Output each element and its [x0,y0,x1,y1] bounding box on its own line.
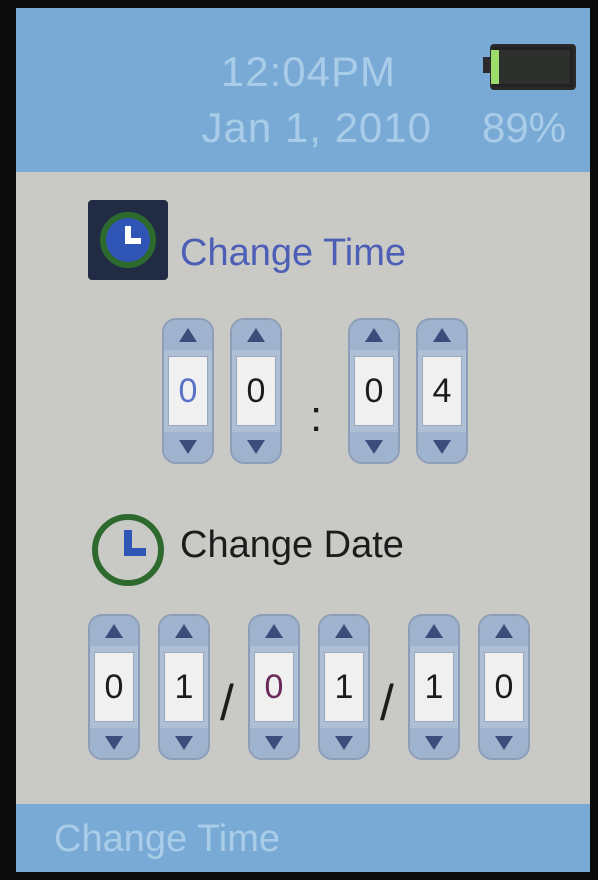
minute-ones-decrement[interactable] [418,432,466,462]
year-tens-digit[interactable]: 1 [414,652,454,722]
year-tens-decrement[interactable] [410,728,458,758]
device-screen: 12:04PM Jan 1, 2010 89% Change Time 0 0 … [16,8,590,872]
arrow-up-icon [179,328,197,342]
footer-title: Change Time [54,818,281,860]
arrow-up-icon [247,328,265,342]
change-date-label[interactable]: Change Date [180,524,404,567]
month-tens-spinner: 0 [88,614,140,760]
hour-tens-decrement[interactable] [164,432,212,462]
time-separator: : [310,392,323,441]
arrow-down-icon [433,440,451,454]
minute-tens-digit[interactable]: 0 [354,356,394,426]
month-ones-digit[interactable]: 1 [164,652,204,722]
arrow-up-icon [265,624,283,638]
hour-ones-digit[interactable]: 0 [236,356,276,426]
footer-bar: Change Time [16,804,590,872]
hour-tens-increment[interactable] [164,320,212,350]
year-tens-spinner: 1 [408,614,460,760]
clock-time: 12:04PM [220,48,396,95]
arrow-up-icon [433,328,451,342]
arrow-up-icon [495,624,513,638]
day-ones-decrement[interactable] [320,728,368,758]
year-ones-increment[interactable] [480,616,528,646]
arrow-up-icon [425,624,443,638]
clock-date: Jan 1, 2010 [201,104,432,151]
minute-tens-increment[interactable] [350,320,398,350]
year-ones-spinner: 0 [478,614,530,760]
hour-ones-increment[interactable] [232,320,280,350]
date-separator-2: / [380,675,394,731]
month-tens-increment[interactable] [90,616,138,646]
date-separator-1: / [220,675,234,731]
minute-ones-digit[interactable]: 4 [422,356,462,426]
month-ones-spinner: 1 [158,614,210,760]
year-ones-digit[interactable]: 0 [484,652,524,722]
year-tens-increment[interactable] [410,616,458,646]
day-ones-spinner: 1 [318,614,370,760]
arrow-down-icon [247,440,265,454]
month-ones-decrement[interactable] [160,728,208,758]
arrow-down-icon [105,736,123,750]
arrow-up-icon [105,624,123,638]
arrow-down-icon [365,440,383,454]
minute-tens-decrement[interactable] [350,432,398,462]
day-ones-digit[interactable]: 1 [324,652,364,722]
arrow-up-icon [335,624,353,638]
battery-percent: 89% [482,104,567,151]
status-header: 12:04PM Jan 1, 2010 89% [16,8,590,172]
arrow-down-icon [265,736,283,750]
battery-level-fill [490,50,570,84]
minute-tens-spinner: 0 [348,318,400,464]
day-tens-spinner: 0 [248,614,300,760]
minute-ones-increment[interactable] [418,320,466,350]
arrow-down-icon [335,736,353,750]
arrow-down-icon [495,736,513,750]
arrow-up-icon [175,624,193,638]
arrow-up-icon [365,328,383,342]
battery-terminal [483,57,490,73]
arrow-down-icon [179,440,197,454]
day-tens-decrement[interactable] [250,728,298,758]
hour-tens-digit[interactable]: 0 [168,356,208,426]
day-tens-digit[interactable]: 0 [254,652,294,722]
change-time-label[interactable]: Change Time [180,232,406,275]
clock-icon [92,514,164,586]
day-ones-increment[interactable] [320,616,368,646]
hour-tens-spinner: 0 [162,318,214,464]
year-ones-decrement[interactable] [480,728,528,758]
month-tens-digit[interactable]: 0 [94,652,134,722]
clock-icon [100,212,156,268]
minute-ones-spinner: 4 [416,318,468,464]
day-tens-increment[interactable] [250,616,298,646]
battery-icon [490,44,576,90]
hour-ones-spinner: 0 [230,318,282,464]
arrow-down-icon [175,736,193,750]
month-ones-increment[interactable] [160,616,208,646]
arrow-down-icon [425,736,443,750]
month-tens-decrement[interactable] [90,728,138,758]
hour-ones-decrement[interactable] [232,432,280,462]
